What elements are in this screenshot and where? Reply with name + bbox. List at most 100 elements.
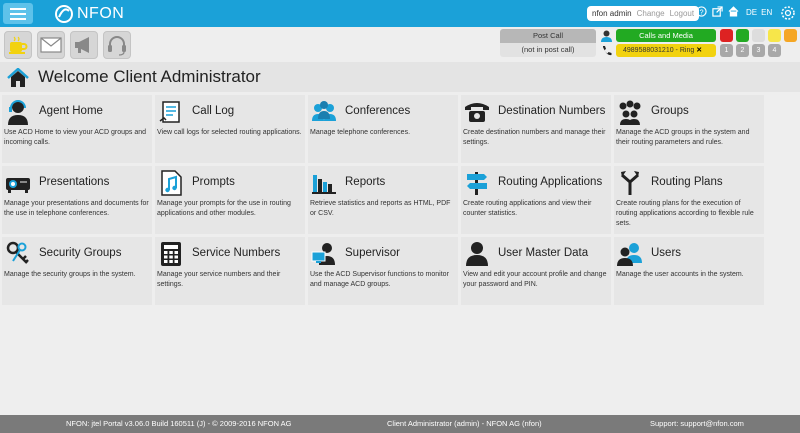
footer-support[interactable]: Support: support@nfon.com: [650, 415, 744, 433]
hangup-x-icon[interactable]: ✕: [696, 47, 702, 54]
users-icon: [617, 243, 642, 266]
tile-title: Supervisor: [345, 247, 400, 259]
top-bar: NFON nfon admin Change Logout ? DE EN: [0, 0, 800, 27]
svg-text:?: ?: [699, 7, 703, 16]
lang-en[interactable]: EN: [761, 8, 772, 17]
tile-title: Presentations: [39, 176, 110, 188]
logo-text: NFON: [77, 4, 125, 22]
tile-desc: Create destination numbers and manage th…: [463, 129, 606, 146]
bar-chart-icon: [312, 175, 336, 194]
tile-service-numbers[interactable]: Service Numbers Manage your service numb…: [155, 237, 305, 305]
change-link[interactable]: Change: [637, 9, 665, 18]
tile-title: Groups: [651, 105, 689, 117]
tile-security-groups[interactable]: Security Groups Manage the security grou…: [2, 237, 152, 305]
tile-title: Users: [651, 247, 682, 259]
tile-presentations[interactable]: Presentations Manage your presentations …: [2, 166, 152, 234]
phone-status-icon: [603, 46, 612, 56]
tile-desc: Use the ACD Supervisor functions to moni…: [310, 271, 449, 288]
headset-icon: [108, 36, 126, 56]
footer-version: NFON: jtel Portal v3.06.0 Build 160511 (…: [66, 419, 292, 428]
keypad-icon: [161, 242, 181, 266]
status-orange[interactable]: [784, 29, 797, 42]
tile-supervisor[interactable]: Supervisor Use the ACD Supervisor functi…: [308, 237, 458, 305]
tile-destination-numbers[interactable]: Destination Numbers Create destination n…: [461, 95, 611, 163]
ringing-call[interactable]: 4989588031210 - Ring ✕: [616, 44, 716, 57]
status-grey[interactable]: [752, 29, 765, 42]
home-small-icon[interactable]: [728, 6, 739, 17]
language-switch: DE EN: [746, 8, 772, 17]
tile-call-log[interactable]: Call Log View call logs for selected rou…: [155, 95, 305, 163]
break-coffee-button[interactable]: [4, 31, 32, 59]
logout-link[interactable]: Logout: [670, 9, 694, 18]
mail-button[interactable]: [37, 31, 65, 59]
tile-groups[interactable]: Groups Manage the ACD groups in the syst…: [614, 95, 764, 163]
user-name: nfon admin: [592, 9, 632, 18]
tile-desc: Manage the security groups in the system…: [4, 271, 136, 278]
top-icons: ?: [696, 6, 739, 17]
tile-title: Prompts: [192, 176, 235, 188]
tile-conferences[interactable]: Conferences Manage telephone conferences…: [308, 95, 458, 163]
home-icon: [7, 68, 29, 87]
tile-desc: Manage the ACD groups in the system and …: [616, 129, 750, 146]
announcement-button[interactable]: [70, 31, 98, 59]
help-icon[interactable]: ?: [696, 6, 707, 17]
menu-line: [10, 17, 26, 20]
line-3-button[interactable]: 3: [752, 44, 765, 57]
tile-title: Call Log: [192, 105, 235, 117]
tile-desc: Retrieve statistics and reports as HTML,…: [310, 200, 451, 217]
status-green[interactable]: [736, 29, 749, 42]
tile-desc: View call logs for selected routing appl…: [157, 129, 302, 136]
megaphone-icon: [75, 37, 89, 53]
status-yellow[interactable]: [768, 29, 781, 42]
tile-desc: Manage your presentations and documents …: [4, 200, 149, 217]
routing-arrows-icon: [621, 171, 639, 195]
tile-reports[interactable]: Reports Retrieve statistics and reports …: [308, 166, 458, 234]
tile-desc: Create routing plans for the execution o…: [616, 200, 754, 227]
tile-agent-home[interactable]: Agent Home Use ACD Home to view your ACD…: [2, 95, 152, 163]
tile-desc: Manage telephone conferences.: [310, 129, 411, 136]
tile-title: Destination Numbers: [498, 105, 606, 117]
keys-icon: [6, 241, 29, 264]
tile-user-master-data[interactable]: User Master Data View and edit your acco…: [461, 237, 611, 305]
headset-button[interactable]: [103, 31, 131, 59]
music-file-icon: [161, 170, 182, 196]
call-log-icon: [159, 101, 180, 123]
tile-desc: Manage your service numbers and their se…: [157, 271, 281, 288]
tile-prompts[interactable]: Prompts Manage your prompts for the use …: [155, 166, 305, 234]
post-call-label: Post Call: [500, 29, 596, 43]
signpost-icon: [467, 172, 487, 195]
projector-icon: [6, 178, 30, 193]
line-4-button[interactable]: 4: [768, 44, 781, 57]
lang-de[interactable]: DE: [746, 8, 757, 17]
tile-routing-applications[interactable]: Routing Applications Create routing appl…: [461, 166, 611, 234]
line-1-button[interactable]: 1: [720, 44, 733, 57]
tile-title: Conferences: [345, 105, 411, 117]
tile-routing-plans[interactable]: Routing Plans Create routing plans for t…: [614, 166, 764, 234]
tile-desc: Use ACD Home to view your ACD groups and…: [4, 129, 147, 146]
footer-client: Client Administrator (admin) - NFON AG (…: [387, 419, 542, 428]
tile-title: Security Groups: [39, 247, 122, 259]
telephone-icon: [465, 103, 489, 122]
groups-icon: [619, 100, 641, 125]
tile-title: User Master Data: [498, 247, 589, 259]
calls-and-media-button[interactable]: Calls and Media: [616, 29, 716, 42]
tile-title: Routing Applications: [498, 176, 603, 188]
agent-status-icon: [601, 30, 612, 42]
tile-desc: View and edit your account profile and c…: [463, 271, 607, 288]
tile-title: Reports: [345, 176, 386, 188]
external-link-icon[interactable]: [712, 6, 723, 17]
menu-button[interactable]: [3, 3, 33, 24]
logo: NFON: [54, 3, 124, 24]
page-title: Welcome Client Administrator: [38, 67, 261, 86]
post-call-state: (not in post call): [500, 43, 596, 57]
footer: NFON: jtel Portal v3.06.0 Build 160511 (…: [0, 415, 800, 433]
menu-line: [10, 7, 26, 10]
tile-users[interactable]: Users Manage the user accounts in the sy…: [614, 237, 764, 305]
agent-icon: [8, 100, 28, 125]
settings-gear-icon[interactable]: [780, 5, 796, 21]
supervisor-icon: [311, 243, 335, 265]
line-2-button[interactable]: 2: [736, 44, 749, 57]
status-red[interactable]: [720, 29, 733, 42]
module-grid: Agent Home Use ACD Home to view your ACD…: [2, 95, 764, 305]
user-pill: nfon admin Change Logout: [587, 6, 700, 21]
